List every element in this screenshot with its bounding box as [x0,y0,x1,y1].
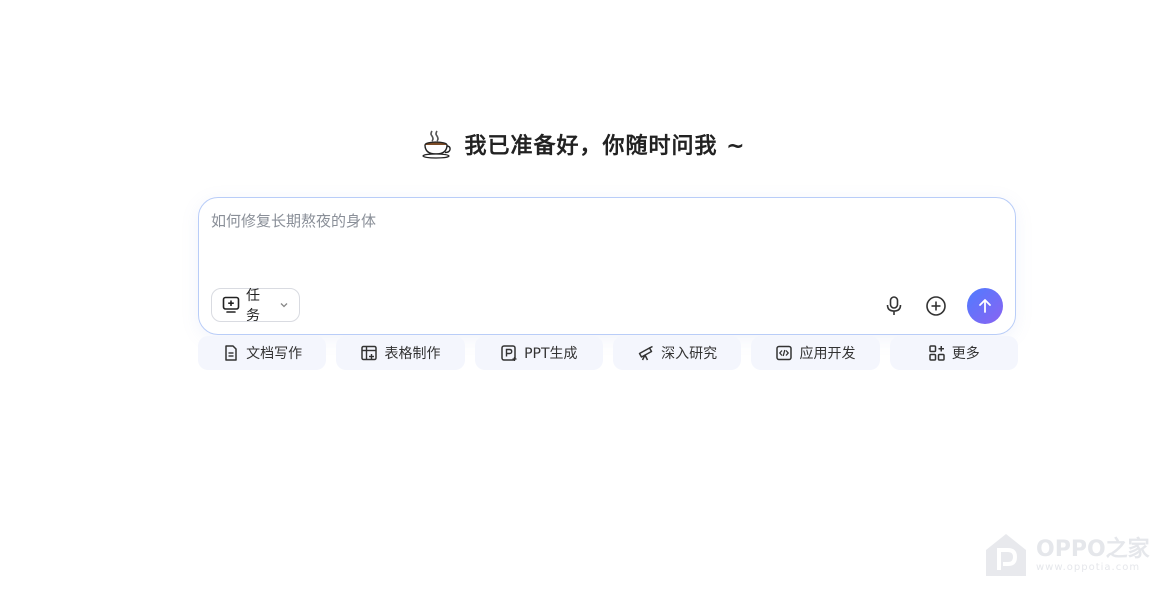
telescope-icon [638,345,653,361]
chevron-down-icon [280,303,288,308]
table-icon [361,345,378,361]
chip-more[interactable]: 更多 [889,336,1018,370]
watermark: OPPO之家 www.oppotia.com [984,530,1150,580]
prompt-input[interactable]: 如何修复长期熬夜的身体 [211,210,376,231]
chip-label: 应用开发 [799,346,856,362]
chat-composer[interactable]: 如何修复长期熬夜的身体 任务 [198,197,1016,335]
microphone-icon[interactable] [883,295,905,317]
quick-actions: 文档写作 表格制作 PPT生成 深入研究 应用开发 更多 [198,336,1018,370]
grid-plus-icon [929,345,945,361]
monitor-plus-icon [222,296,240,313]
presentation-icon [501,345,517,361]
chip-label: 深入研究 [661,346,718,362]
document-icon [225,345,237,361]
chip-app-development[interactable]: 应用开发 [751,336,880,370]
add-circle-icon[interactable] [925,295,947,317]
headline-title: 我已准备好，你随时问我 ~ [464,134,746,159]
chip-table-making[interactable]: 表格制作 [336,336,465,370]
chip-label: PPT生成 [524,346,578,362]
chip-document-writing[interactable]: 文档写作 [198,336,327,370]
watermark-url: www.oppotia.com [1036,561,1141,573]
chip-label: 更多 [951,346,980,362]
greeting-headline: 我已准备好，你随时问我 ~ [0,128,1166,160]
chip-label: 表格制作 [384,346,441,362]
chip-ppt-generation[interactable]: PPT生成 [474,336,603,370]
arrow-up-icon [979,299,991,313]
hot-beverage-icon [422,130,452,159]
task-button-label: 任务 [246,288,260,324]
send-button[interactable] [967,288,1003,324]
chip-label: 文档写作 [246,346,303,362]
watermark-name: OPPO之家 [1036,536,1150,562]
task-mode-button[interactable]: 任务 [211,288,300,324]
code-window-icon [776,345,793,361]
chip-deep-research[interactable]: 深入研究 [612,336,742,370]
watermark-logo-icon [986,534,1026,576]
